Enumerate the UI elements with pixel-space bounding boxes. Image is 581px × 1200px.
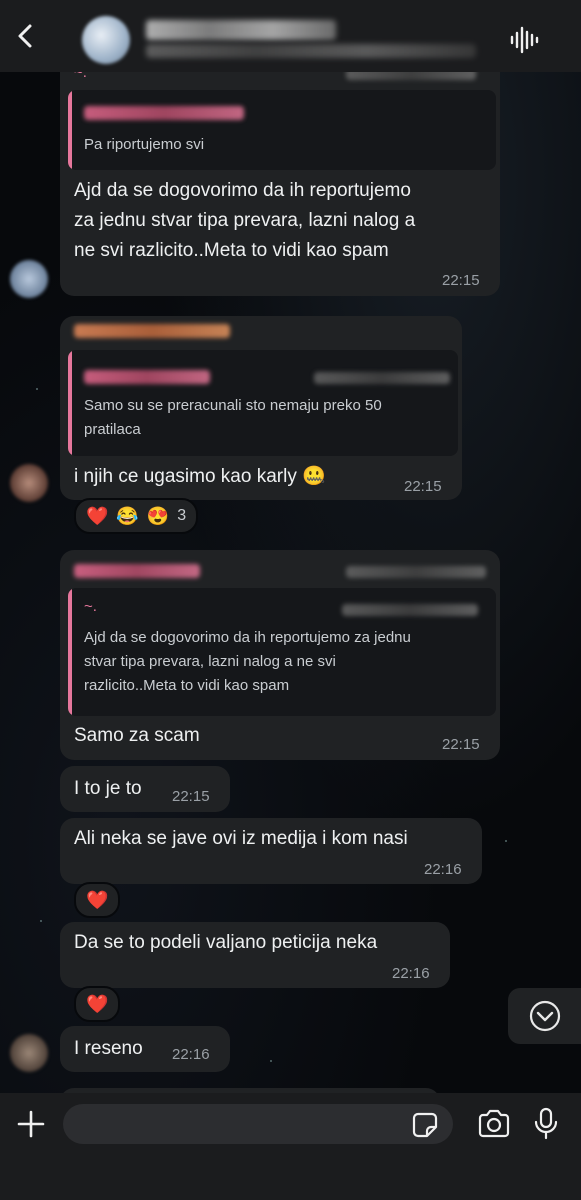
quoted-message[interactable]: Pa riportujemo svi bbox=[68, 90, 496, 170]
message-time: 22:16 bbox=[172, 1046, 210, 1063]
quoted-text: Samo su se preracunali sto nemaju preko … bbox=[84, 397, 382, 438]
message-text: Samo za scam bbox=[74, 725, 200, 746]
reaction-count: 3 bbox=[177, 507, 187, 524]
reaction-laughing: 😂 bbox=[116, 505, 139, 526]
message-text: i njih ce ugasimo kao karly 🤐 bbox=[74, 466, 326, 487]
message-text: Da se to podeli valjano peticija neka bbox=[74, 932, 378, 953]
message-time: 22:16 bbox=[392, 965, 430, 982]
message-text: Ajd da se dogovorimo da ih reportujemo z… bbox=[74, 180, 416, 261]
camera-icon bbox=[478, 1109, 510, 1138]
quoted-sender-redacted bbox=[84, 106, 244, 120]
voice-chat-button[interactable] bbox=[509, 26, 539, 54]
message-text: I reseno bbox=[74, 1038, 143, 1059]
quote-accent-bar bbox=[68, 90, 72, 170]
message-time: 22:15 bbox=[172, 788, 210, 805]
message-reactions[interactable]: ❤️ bbox=[74, 882, 121, 918]
reaction-heart: ❤️ bbox=[86, 993, 109, 1014]
message-reactions[interactable]: ❤️ 😂 😍 3 bbox=[74, 498, 199, 534]
quoted-sender-redacted bbox=[84, 370, 210, 384]
quoted-message[interactable]: ~. Ajd da se dogovorimo da ih reportujem… bbox=[68, 588, 496, 716]
sender-avatar[interactable] bbox=[10, 260, 48, 298]
message-bubble[interactable]: Samo su se preracunali sto nemaju preko … bbox=[60, 316, 462, 500]
group-avatar[interactable] bbox=[82, 16, 130, 64]
reaction-heart-eyes: 😍 bbox=[146, 505, 170, 526]
message-time: 22:15 bbox=[404, 478, 442, 495]
audio-waveform-icon bbox=[510, 26, 539, 54]
message-bubble[interactable]: Ali neka se jave ovi iz medija i kom nas… bbox=[60, 818, 482, 884]
quoted-message[interactable]: Samo su se preracunali sto nemaju preko … bbox=[68, 350, 458, 456]
reaction-heart: ❤️ bbox=[86, 505, 109, 526]
quoted-text: Ajd da se dogovorimo da ih reportujemo z… bbox=[84, 629, 411, 694]
plus-icon bbox=[17, 1110, 45, 1138]
voice-message-button[interactable] bbox=[534, 1107, 558, 1141]
message-input[interactable] bbox=[63, 1104, 453, 1144]
attach-button[interactable] bbox=[16, 1109, 46, 1139]
message-bubble[interactable]: I to je to 22:15 bbox=[60, 766, 230, 812]
sender-phone-redacted bbox=[346, 566, 486, 578]
sender-avatar[interactable] bbox=[10, 464, 48, 502]
message-text: Ali neka se jave ovi iz medija i kom nas… bbox=[74, 828, 408, 849]
quote-accent-bar bbox=[68, 588, 72, 716]
quoted-phone-redacted bbox=[314, 372, 450, 384]
sender-name-redacted bbox=[74, 564, 200, 578]
quoted-sender: ~. bbox=[84, 598, 97, 615]
message-reactions[interactable]: ❤️ bbox=[74, 986, 121, 1022]
sender-avatar[interactable] bbox=[10, 1034, 48, 1072]
chat-header bbox=[0, 0, 581, 72]
message-bubble[interactable]: I reseno 22:16 bbox=[60, 1026, 230, 1072]
message-bubble[interactable]: Da se to podeli valjano peticija neka 22… bbox=[60, 922, 450, 988]
camera-button[interactable] bbox=[477, 1109, 511, 1139]
scroll-to-bottom-button[interactable] bbox=[508, 988, 581, 1044]
chevron-left-icon bbox=[18, 24, 32, 48]
sender-name-redacted bbox=[74, 324, 230, 338]
quoted-text: Pa riportujemo svi bbox=[84, 136, 205, 153]
quote-accent-bar bbox=[68, 350, 72, 456]
back-button[interactable] bbox=[12, 22, 40, 50]
message-time: 22:15 bbox=[442, 272, 480, 289]
message-time: 22:16 bbox=[424, 861, 462, 878]
chevron-down-circle-icon bbox=[529, 1000, 561, 1032]
message-bubble[interactable]: ~. Pa riportujemo svi Ajd da se dogovori… bbox=[60, 56, 500, 296]
message-text: I to je to bbox=[74, 778, 142, 799]
message-input-bar bbox=[0, 1093, 581, 1200]
sticker-icon bbox=[412, 1112, 438, 1138]
message-bubble[interactable]: ~. Ajd da se dogovorimo da ih reportujem… bbox=[60, 550, 500, 760]
message-time: 22:15 bbox=[442, 736, 480, 753]
sticker-button[interactable] bbox=[412, 1112, 438, 1138]
reaction-heart: ❤️ bbox=[86, 889, 109, 910]
group-members-redacted bbox=[146, 44, 476, 58]
microphone-icon bbox=[534, 1107, 558, 1140]
group-title-redacted[interactable] bbox=[146, 20, 336, 40]
quoted-phone-redacted bbox=[342, 604, 478, 616]
